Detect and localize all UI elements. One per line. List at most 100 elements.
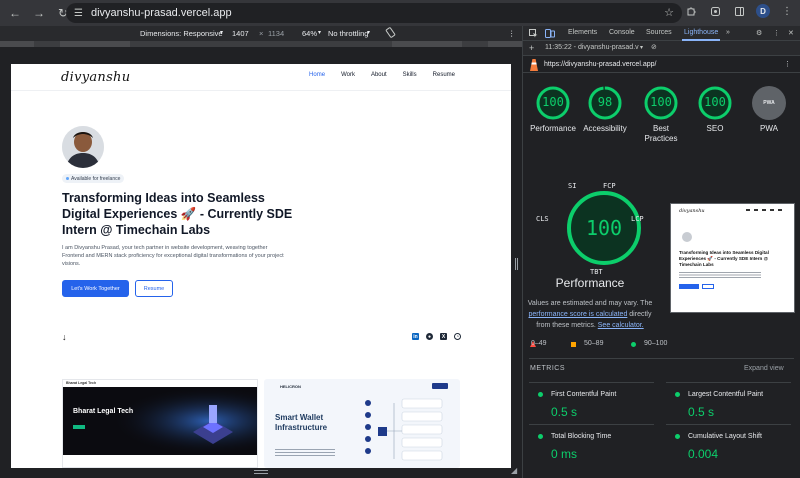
card-title: Bharat Legal Tech bbox=[73, 408, 134, 415]
metric-value: 0.5 s bbox=[551, 405, 578, 419]
extensions-puzzle-icon[interactable] bbox=[684, 4, 698, 18]
report-url: https://divyanshu-prasad.vercel.app/ bbox=[544, 61, 657, 68]
legend-pass: 90–100 bbox=[644, 340, 668, 347]
linkedin-icon[interactable]: in bbox=[412, 333, 419, 340]
more-tabs-icon[interactable]: » bbox=[726, 29, 730, 36]
gauge-best-practices[interactable]: 100 Best Practices bbox=[635, 86, 687, 144]
zoom-dropdown[interactable]: 64% bbox=[302, 29, 317, 38]
metric-fcp: First Contentful Paint 0.5 s bbox=[529, 382, 654, 424]
status-dot bbox=[66, 177, 69, 180]
back-arrow-icon[interactable]: ← bbox=[6, 4, 24, 22]
extension-icon[interactable] bbox=[708, 4, 722, 18]
nav-about[interactable]: About bbox=[371, 72, 387, 78]
score-value: 100 bbox=[542, 95, 564, 109]
calculator-link[interactable]: See calculator. bbox=[598, 322, 644, 329]
github-icon[interactable]: ● bbox=[426, 333, 433, 340]
pass-circle-icon bbox=[631, 342, 636, 347]
tab-sources[interactable]: Sources bbox=[646, 29, 672, 36]
gauge-seo[interactable]: 100 SEO bbox=[690, 86, 740, 134]
card-preview: Bharat Legal Tech bbox=[63, 387, 257, 455]
x-icon[interactable]: X bbox=[440, 333, 447, 340]
height-input[interactable]: 1134 bbox=[268, 29, 284, 38]
nav-resume[interactable]: Resume bbox=[433, 72, 455, 78]
card-brand: Bharat Legal Tech bbox=[66, 381, 97, 385]
throttling-dropdown[interactable]: No throttling bbox=[328, 29, 368, 38]
metric-label-tbt: TBT bbox=[590, 268, 603, 276]
metric-name: Largest Contentful Paint bbox=[688, 391, 764, 398]
resume-button[interactable]: Resume bbox=[135, 280, 173, 297]
nav-home[interactable]: Home bbox=[309, 72, 325, 78]
nav-skills[interactable]: Skills bbox=[403, 72, 417, 78]
tab-elements[interactable]: Elements bbox=[568, 29, 597, 36]
lets-work-together-button[interactable]: Let's Work Together bbox=[62, 280, 129, 297]
gauge-performance[interactable]: 100 Performance bbox=[528, 86, 578, 134]
metric-lcp: Largest Contentful Paint 0.5 s bbox=[666, 382, 791, 424]
performance-score-link[interactable]: performance score is calculated bbox=[529, 311, 628, 318]
thumb-title: Transforming Ideas into Seamless Digital… bbox=[679, 250, 769, 267]
leetcode-icon[interactable]: ◔ bbox=[454, 333, 461, 340]
performance-score: 100 bbox=[585, 216, 623, 240]
width-input[interactable]: 1407 bbox=[232, 29, 249, 38]
chevron-down-icon: ▾ bbox=[367, 30, 371, 36]
forward-arrow-icon[interactable]: → bbox=[30, 4, 48, 22]
device-toolbar-menu-icon[interactable]: ⋮ bbox=[508, 29, 516, 38]
report-menu-icon[interactable]: ⋮ bbox=[784, 60, 791, 68]
site-info-icon[interactable]: ☰ bbox=[74, 8, 83, 19]
thumb-primary-button bbox=[679, 284, 699, 289]
site-logo[interactable]: divyanshu bbox=[61, 70, 130, 85]
address-bar[interactable]: ☰ divyanshu-prasad.vercel.app ☆ bbox=[66, 3, 682, 23]
device-toggle-icon[interactable] bbox=[545, 29, 555, 40]
profile-avatar[interactable]: D bbox=[756, 4, 770, 18]
score-value: 100 bbox=[650, 95, 672, 109]
pass-circle-icon bbox=[538, 392, 543, 397]
report-url-bar: https://divyanshu-prasad.vercel.app/ ⋮ bbox=[523, 57, 800, 73]
card-cta bbox=[73, 425, 85, 429]
tab-lighthouse[interactable]: Lighthouse bbox=[681, 29, 721, 41]
gauge-pwa[interactable]: PWA PWA bbox=[744, 86, 794, 134]
browser-menu-icon[interactable]: ⋮ bbox=[780, 4, 794, 18]
card-description bbox=[275, 449, 335, 457]
dimensions-dropdown[interactable]: Dimensions: Responsive bbox=[140, 29, 223, 38]
corner-resize-handle[interactable]: ◢ bbox=[511, 466, 517, 475]
metric-name: Cumulative Layout Shift bbox=[688, 433, 762, 440]
scroll-down-arrow-icon[interactable]: ↓ bbox=[62, 332, 67, 342]
score-legend: 0–49 50–89 90–100 bbox=[523, 340, 800, 352]
website-page: divyanshu Home Work About Skills Resume … bbox=[11, 64, 511, 468]
expand-view-toggle[interactable]: Expand view bbox=[744, 365, 784, 372]
sidepanel-icon[interactable] bbox=[732, 4, 746, 18]
tab-console[interactable]: Console bbox=[609, 29, 635, 36]
card-brand: HELICRON bbox=[280, 384, 301, 389]
profile-photo bbox=[62, 126, 104, 168]
hero-description: I am Divyanshu Prasad, your tech partner… bbox=[62, 245, 284, 267]
new-report-plus-icon[interactable]: + bbox=[529, 43, 534, 53]
score-label: Performance bbox=[530, 124, 576, 133]
final-screenshot-thumbnail[interactable]: divyanshu Transforming Ideas into Seamle… bbox=[670, 203, 795, 313]
gauge-accessibility[interactable]: 98 Accessibility bbox=[580, 86, 630, 134]
right-resize-handle[interactable] bbox=[515, 258, 518, 270]
score-gauges: 100 Performance 98 Accessibility 100 Bes… bbox=[523, 78, 800, 158]
score-label: Accessibility bbox=[583, 124, 627, 133]
metric-value: 0.5 s bbox=[688, 405, 715, 419]
metric-value: 0 ms bbox=[551, 447, 578, 461]
close-icon[interactable]: ✕ bbox=[788, 29, 794, 37]
metrics-divider bbox=[529, 358, 794, 359]
report-selector[interactable]: 11:35:22 - divyanshu-prasad.v bbox=[545, 44, 639, 51]
card-cta bbox=[432, 383, 448, 389]
devtools-menu-icon[interactable]: ⋮ bbox=[773, 29, 780, 37]
project-card-bharat-legal-tech[interactable]: Bharat Legal Tech Bharat Legal Tech bbox=[62, 379, 258, 468]
metric-label-si: SI bbox=[568, 182, 577, 190]
chevron-down-icon: ▾ bbox=[318, 30, 322, 36]
metric-name: First Contentful Paint bbox=[551, 391, 617, 398]
nav-work[interactable]: Work bbox=[341, 72, 355, 78]
pass-circle-icon bbox=[538, 434, 543, 439]
metric-value: 0.004 bbox=[688, 447, 719, 461]
metric-label-fcp: FCP bbox=[603, 182, 616, 190]
settings-gear-icon[interactable]: ⚙ bbox=[756, 29, 762, 37]
clear-report-icon[interactable]: ⊘ bbox=[651, 43, 657, 51]
bottom-resize-handle[interactable] bbox=[254, 470, 268, 474]
devtools-tabbar: Elements Console Sources Lighthouse » ⚙ … bbox=[523, 26, 800, 41]
inspect-icon[interactable] bbox=[529, 29, 538, 40]
project-card-smart-wallet[interactable]: HELICRON Smart Wallet Infrastructure bbox=[264, 379, 460, 468]
rotate-icon[interactable] bbox=[385, 27, 396, 40]
bookmark-star-icon[interactable]: ☆ bbox=[664, 6, 674, 19]
